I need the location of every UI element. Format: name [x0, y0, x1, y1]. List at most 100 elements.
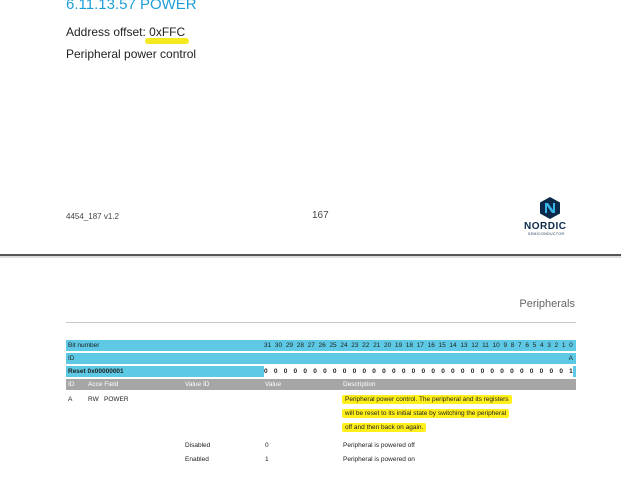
- field-description-line-2-wrap: will be reset to its initial state by sw…: [342, 408, 510, 419]
- running-head: Peripherals: [519, 298, 575, 310]
- bit-number: 8: [510, 342, 515, 349]
- bit-number: 9: [503, 342, 508, 349]
- bit-number: 5: [532, 342, 537, 349]
- bit-number: 29: [285, 342, 294, 349]
- bit-number: 28: [296, 342, 304, 349]
- bit-number: 23: [351, 342, 359, 349]
- footer-page-number: 167: [312, 210, 329, 221]
- field-description-line-1-wrap: Peripheral power control. The peripheral…: [342, 394, 512, 405]
- field-description-line: Peripheral power control. The peripheral…: [342, 395, 512, 404]
- reset-bit: 0: [421, 368, 426, 375]
- bit-number: 17: [416, 342, 424, 349]
- reset-bit: 0: [411, 368, 416, 375]
- bit-number: 14: [449, 342, 457, 349]
- reset-bit: 0: [382, 368, 386, 375]
- reset-bit: 0: [519, 368, 524, 375]
- reset-bit: 0: [352, 368, 357, 375]
- bit-number: 22: [362, 342, 370, 349]
- reset-bit: 1: [569, 368, 573, 375]
- bit-number: 4: [539, 342, 544, 349]
- field-name: POWER: [104, 396, 129, 403]
- table-header-row: ID Acce Field Value ID Value Description: [66, 379, 576, 390]
- reset-bit: 0: [303, 368, 307, 375]
- bit-number: 27: [307, 342, 315, 349]
- value-description: Peripheral is powered off: [343, 442, 415, 449]
- bit-number: 15: [438, 342, 446, 349]
- field-row: A RW POWER Peripheral power control. The…: [66, 394, 576, 440]
- reset-bit: 0: [431, 368, 435, 375]
- bit-number: 16: [427, 342, 435, 349]
- bit-number: 30: [274, 342, 283, 349]
- bit-number: 21: [373, 342, 381, 349]
- reset-bit: 0: [480, 368, 485, 375]
- bit-number: 31: [264, 342, 272, 349]
- bit-number: 7: [518, 342, 522, 349]
- bit-number: 26: [318, 342, 326, 349]
- reset-bit: 0: [451, 368, 455, 375]
- reset-bit: 0: [401, 368, 406, 375]
- address-offset-value: 0xFFC: [149, 25, 186, 39]
- id-bit0: A: [568, 355, 573, 362]
- reset-bit: 0: [529, 368, 534, 375]
- bit-number: 2: [554, 342, 559, 349]
- register-table: Bit number 31 30 29 28 27 26 25 24 23 22…: [66, 340, 576, 465]
- bit-number: 10: [492, 342, 500, 349]
- reset-bit: 0: [510, 368, 514, 375]
- bit-number: 3: [547, 342, 551, 349]
- nordic-logo: NORDIC SEMICONDUCTOR: [524, 196, 576, 238]
- field-description-line: will be reset to its initial state by sw…: [342, 409, 510, 418]
- reset-bit: 0: [342, 368, 347, 375]
- field-description-line-3-wrap: off and then back on again.: [342, 422, 427, 433]
- value-row-disabled: Disabled 0 Peripheral is powered off: [66, 440, 576, 451]
- bit-number-row: Bit number 31 30 29 28 27 26 25 24 23 22…: [66, 340, 576, 351]
- reset-bit-cells: 0 0 0 0 0 0 0 0 0 0 0 0 0 0 0 0 0 0 0 0 …: [264, 366, 573, 377]
- reset-bit: 0: [549, 368, 554, 375]
- reset-bit: 0: [332, 368, 337, 375]
- logo-wordmark: NORDIC: [524, 221, 567, 232]
- value: 1: [265, 456, 269, 463]
- field-access: RW: [88, 396, 99, 403]
- field-id: A: [68, 396, 73, 403]
- header-acce-field: Acce Field: [88, 381, 119, 388]
- id-label: ID: [68, 355, 75, 362]
- bit-number: 20: [383, 342, 392, 349]
- reset-bit: 0: [323, 368, 327, 375]
- nordic-mark-icon: [540, 197, 560, 219]
- reset-bit: 0: [372, 368, 376, 375]
- header-id: ID: [68, 381, 75, 388]
- bit-number: 6: [525, 342, 529, 349]
- bit-number: 25: [329, 342, 337, 349]
- reset-bit: 0: [460, 368, 465, 375]
- register-description: Peripheral power control: [66, 47, 197, 61]
- header-description: Description: [343, 381, 376, 388]
- value-description: Peripheral is powered on: [343, 456, 415, 463]
- bit-number-label: Bit number: [68, 342, 100, 349]
- reset-label: Reset 0x00000001: [68, 368, 124, 375]
- reset-bit: 0: [500, 368, 504, 375]
- value: 0: [265, 442, 269, 449]
- reset-bit: 0: [264, 368, 268, 375]
- id-row: ID A: [66, 353, 576, 364]
- value-id: Disabled: [185, 442, 211, 449]
- field-description-line: off and then back on again.: [342, 423, 427, 432]
- bit-number: 19: [394, 342, 403, 349]
- reset-bit: 0: [283, 368, 288, 375]
- bit-number: 13: [460, 342, 468, 349]
- bit-number: 18: [405, 342, 414, 349]
- value-id: Enabled: [185, 456, 209, 463]
- reset-bit: 0: [490, 368, 495, 375]
- bit-number: 1: [561, 342, 566, 349]
- reset-row: Reset 0x00000001 0 0 0 0 0 0 0 0 0 0 0 0…: [66, 366, 576, 377]
- bit-number-cells: 31 30 29 28 27 26 25 24 23 22 21 20 19 1…: [264, 340, 573, 351]
- page-gap: [0, 256, 621, 258]
- reset-bit: 0: [391, 368, 396, 375]
- address-offset-line: Address offset: 0xFFC: [66, 25, 185, 39]
- bit-number: 0: [569, 342, 573, 349]
- header-value-id: Value ID: [185, 381, 210, 388]
- reset-bit: 0: [441, 368, 445, 375]
- value-row-enabled: Enabled 1 Peripheral is powered on: [66, 454, 576, 465]
- bit-number: 11: [482, 342, 489, 349]
- reset-bit: 0: [313, 368, 317, 375]
- reset-bit: 0: [470, 368, 475, 375]
- reset-bit: 0: [362, 368, 367, 375]
